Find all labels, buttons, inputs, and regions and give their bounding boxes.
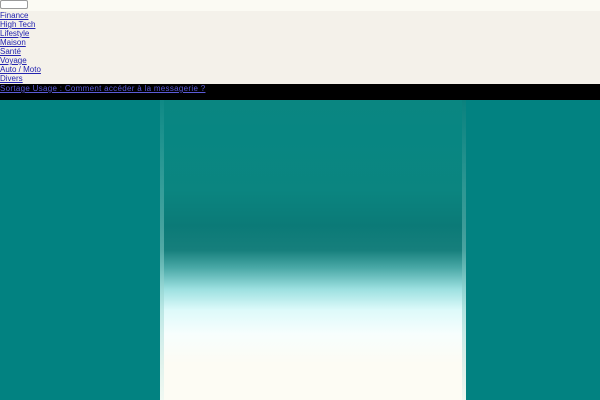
nav-link-maison[interactable]: Maison xyxy=(0,38,26,47)
main-nav: Finance High Tech Lifestyle Maison Santé… xyxy=(0,11,600,84)
nav-link-sante[interactable]: Santé xyxy=(0,47,21,56)
nav-link-high-tech[interactable]: High Tech xyxy=(0,20,35,29)
nav-link-voyage[interactable]: Voyage xyxy=(0,56,27,65)
ticker-article-link[interactable]: Sortage Usage : Comment accéder à la mes… xyxy=(0,84,205,93)
nav-link-auto-moto[interactable]: Auto / Moto xyxy=(0,65,41,74)
search-input[interactable] xyxy=(0,0,28,9)
nav-link-lifestyle[interactable]: Lifestyle xyxy=(0,29,29,38)
hero-background xyxy=(0,100,600,400)
nav-link-finance[interactable]: Finance xyxy=(0,11,28,20)
top-bar xyxy=(0,0,600,11)
news-ticker: Sortage Usage : Comment accéder à la mes… xyxy=(0,84,600,100)
nav-link-divers[interactable]: Divers xyxy=(0,74,23,83)
hero-image xyxy=(160,100,466,400)
